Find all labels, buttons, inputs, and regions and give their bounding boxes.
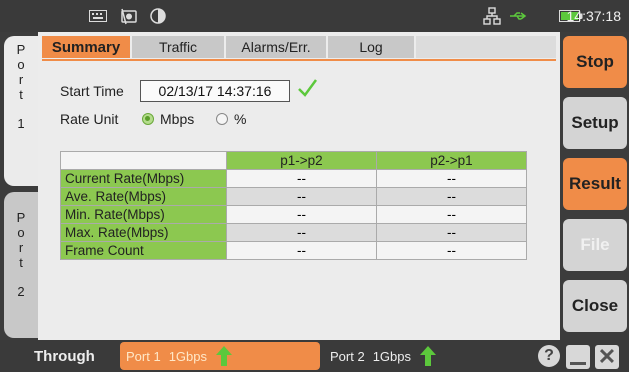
tab-summary[interactable]: Summary (42, 36, 130, 58)
contrast-icon[interactable] (148, 7, 168, 25)
port-1-letter: t (19, 87, 23, 102)
bottom-bar: Through Port 1 1Gbps Port 2 1Gbps ? ✕ (0, 340, 629, 372)
file-button[interactable]: File (563, 219, 627, 271)
rate-unit-label: Rate Unit (60, 111, 119, 127)
port-1-number: 1 (17, 116, 25, 131)
port-1-letter: P (16, 42, 26, 57)
close-x-icon[interactable]: ✕ (595, 345, 619, 369)
tab-alarms[interactable]: Alarms/Err. (226, 36, 326, 58)
table-row: Frame Count -- -- (60, 241, 527, 260)
port-2-letter: r (18, 240, 24, 255)
row-label: Max. Rate(Mbps) (60, 223, 227, 242)
table-row: Ave. Rate(Mbps) -- -- (60, 187, 527, 206)
table-cell: -- (226, 187, 377, 206)
tab-log[interactable]: Log (328, 36, 414, 58)
rate-unit-mbps-label[interactable]: Mbps (160, 111, 194, 127)
port-2-speed: 1Gbps (372, 348, 411, 364)
result-button[interactable]: Result (563, 158, 627, 210)
stop-button[interactable]: Stop (563, 36, 627, 88)
network-icon (482, 7, 502, 25)
table-cell: -- (226, 241, 377, 260)
port-1-label: Port 1 (126, 348, 161, 364)
table-cell: -- (376, 241, 527, 260)
tab-underline (42, 59, 556, 61)
tab-bar: Summary Traffic Alarms/Err. Log (38, 36, 558, 60)
table-cell: -- (226, 169, 377, 188)
usb-icon (508, 7, 528, 25)
port-2-status[interactable]: Port 2 1Gbps (330, 342, 490, 370)
table-cell: -- (376, 169, 527, 188)
table-cell: -- (376, 223, 527, 242)
help-icon[interactable]: ? (538, 345, 560, 367)
rate-table: p1->p2 p2->p1 Current Rate(Mbps) -- -- A… (60, 151, 527, 260)
row-label: Frame Count (60, 241, 227, 260)
clock: 14:37:18 (566, 8, 622, 24)
start-time-label: Start Time (60, 83, 124, 99)
column-header-p2-p1: p2->p1 (376, 151, 527, 170)
table-row: Current Rate(Mbps) -- -- (60, 169, 527, 188)
port-1-status[interactable]: Port 1 1Gbps (120, 342, 320, 370)
table-cell: -- (226, 223, 377, 242)
port-2-letter: P (16, 210, 26, 225)
port-2-letter: t (19, 255, 23, 270)
setup-button[interactable]: Setup (563, 97, 627, 149)
table-corner-cell (60, 151, 227, 170)
rate-unit-mbps-radio[interactable] (142, 113, 154, 125)
table-cell: -- (376, 187, 527, 206)
table-row: Min. Rate(Mbps) -- -- (60, 205, 527, 224)
table-row: Max. Rate(Mbps) -- -- (60, 223, 527, 242)
close-button[interactable]: Close (563, 280, 627, 332)
port-1-speed: 1Gbps (168, 348, 207, 364)
table-cell: -- (376, 205, 527, 224)
start-time-field: 02/13/17 14:37:16 (140, 80, 290, 102)
port-1-letter: o (17, 57, 25, 72)
port-1-up-arrow-icon (216, 346, 232, 366)
port-1-letter: r (18, 72, 24, 87)
minimize-icon[interactable] (566, 345, 590, 369)
row-label: Ave. Rate(Mbps) (60, 187, 227, 206)
rate-unit-percent-label[interactable]: % (234, 111, 246, 127)
row-label: Min. Rate(Mbps) (60, 205, 227, 224)
tab-traffic[interactable]: Traffic (132, 36, 224, 58)
status-bar: 14:37:18 (0, 0, 629, 32)
device-screen: 14:37:18 P o r t 1 P o r t 2 Summary Tra… (0, 0, 629, 372)
rate-unit-percent-radio[interactable] (216, 113, 228, 125)
row-label: Current Rate(Mbps) (60, 169, 227, 188)
port-strip: P o r t 1 P o r t 2 (0, 32, 38, 340)
check-icon (298, 79, 318, 97)
screenshot-icon[interactable] (118, 7, 140, 25)
port-2-tab[interactable]: P o r t 2 (4, 192, 38, 338)
column-header-p1-p2: p1->p2 (226, 151, 377, 170)
port-1-tab[interactable]: P o r t 1 (4, 36, 38, 186)
tab-empty (416, 36, 556, 58)
table-header-row: p1->p2 p2->p1 (60, 151, 527, 170)
action-sidebar: Stop Setup Result File Close (560, 32, 629, 340)
keyboard-icon[interactable] (88, 7, 108, 25)
table-cell: -- (226, 205, 377, 224)
port-2-up-arrow-icon (420, 346, 436, 366)
main-panel: Summary Traffic Alarms/Err. Log Start Ti… (38, 32, 560, 340)
test-mode-label: Through (34, 348, 95, 365)
port-2-letter: o (17, 225, 25, 240)
port-2-number: 2 (17, 284, 25, 299)
port-2-label: Port 2 (330, 348, 365, 364)
